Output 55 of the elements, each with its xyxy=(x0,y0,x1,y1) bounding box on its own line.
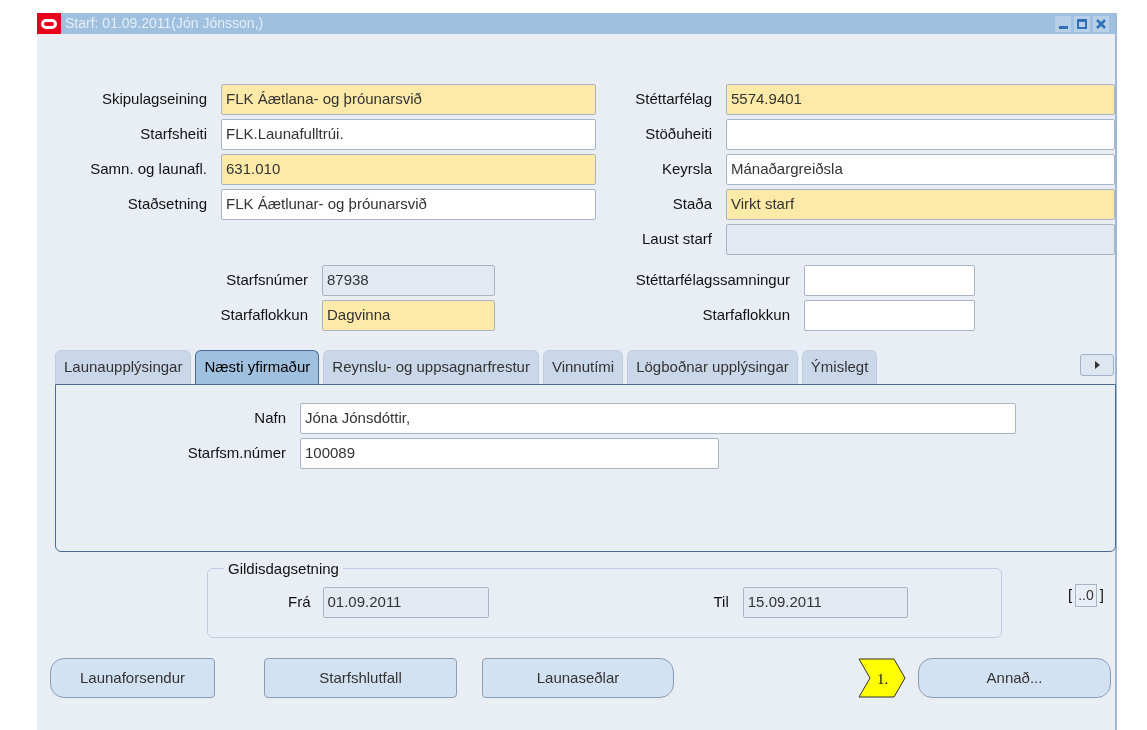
field-label: Samn. og launafl. xyxy=(89,159,207,180)
action-button[interactable]: Launaseðlar xyxy=(482,658,674,698)
other-button[interactable]: Annað... xyxy=(918,658,1111,698)
field-label: Frá xyxy=(288,592,311,613)
arrow-right-icon xyxy=(1092,360,1102,370)
close-button[interactable] xyxy=(1093,15,1109,32)
field-label: Starfaflokkun xyxy=(219,305,308,326)
field-label: Starfsm.númer xyxy=(186,443,286,464)
input-field[interactable]: 15.09.2011 xyxy=(742,587,908,618)
field-label: Starfsheiti xyxy=(139,124,207,145)
field-label: Skipulagseining xyxy=(100,89,207,110)
callout-marker: 1. xyxy=(858,658,906,698)
field-label: Keyrsla xyxy=(660,159,712,180)
field-label: Stéttarfélag xyxy=(634,89,712,110)
input-field[interactable] xyxy=(804,300,975,331)
input-field[interactable]: FLK Áætlunar- og þróunarsvið xyxy=(221,189,596,220)
tab[interactable]: Ýmislegt xyxy=(801,350,878,384)
input-field[interactable]: FLK.Launafulltrúi. xyxy=(221,119,596,150)
tab[interactable]: Launaupplýsingar xyxy=(55,350,192,384)
input-field[interactable]: 5574.9401 xyxy=(726,84,1115,115)
input-field[interactable]: 01.09.2011 xyxy=(322,587,489,618)
action-button[interactable]: Starfshlutfall xyxy=(264,658,457,698)
field-label: Staða xyxy=(671,194,712,215)
field-label: Laust starf xyxy=(640,229,712,250)
field-label: Nafn xyxy=(253,408,286,429)
input-field[interactable] xyxy=(804,265,975,296)
input-field[interactable] xyxy=(726,119,1115,150)
app-logo-icon xyxy=(37,13,61,34)
input-field[interactable]: Jóna Jónsdóttir, xyxy=(300,403,1016,434)
field-label: Stéttarfélagssamningur xyxy=(634,270,790,291)
input-field[interactable]: 100089 xyxy=(300,438,719,469)
bracket: ] xyxy=(1099,585,1104,606)
tab[interactable]: Lögboðnar upplýsingar xyxy=(627,350,798,384)
action-button[interactable]: Launaforsendur xyxy=(50,658,215,698)
maximize-button[interactable] xyxy=(1074,15,1090,32)
field-label: Starfaflokkun xyxy=(701,305,790,326)
input-field[interactable]: Virkt starf xyxy=(726,189,1115,220)
field-label: Stöðuheiti xyxy=(644,124,712,145)
tab-scroll-button[interactable] xyxy=(1080,354,1114,376)
tab[interactable]: Reynslu- og uppsagnarfrestur xyxy=(323,350,539,384)
minimize-button[interactable] xyxy=(1055,15,1071,32)
window-title: Starf: 01.09.2011(Jón Jónsson,) xyxy=(65,14,264,33)
record-indicator: ..0 xyxy=(1075,584,1097,607)
input-field[interactable]: FLK Áætlana- og þróunarsvið xyxy=(221,84,596,115)
field-label: Til xyxy=(713,592,729,613)
field-label: Starfsnúmer xyxy=(225,270,308,291)
tab[interactable]: Næsti yfirmaður xyxy=(195,350,320,384)
input-field[interactable]: Dagvinna xyxy=(322,300,495,331)
tab[interactable]: Vinnutími xyxy=(542,350,624,384)
field-label: Staðsetning xyxy=(126,194,207,215)
bracket: [ xyxy=(1068,585,1073,606)
input-field[interactable]: Mánaðargreiðsla xyxy=(726,154,1115,185)
input-field[interactable]: 87938 xyxy=(322,265,495,296)
input-field[interactable] xyxy=(726,224,1115,255)
input-field[interactable]: 631.010 xyxy=(221,154,596,185)
